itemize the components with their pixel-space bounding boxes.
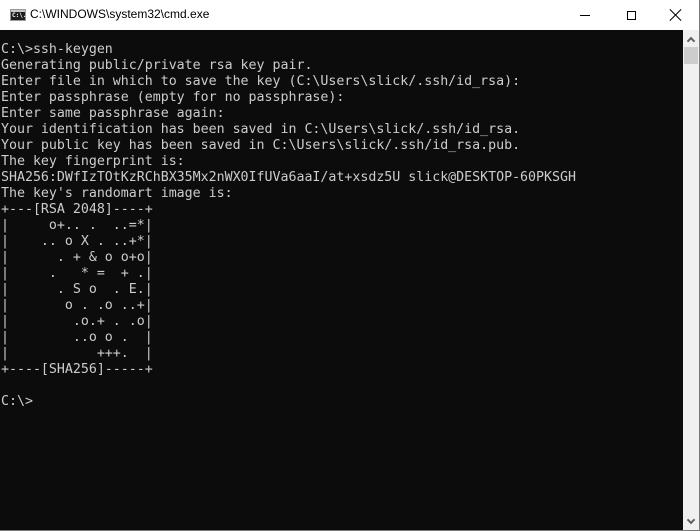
console-line: | ..o o . | xyxy=(1,330,153,345)
cmd-window: C:\. C:\WINDOWS\system32\cmd.exe C:\>ssh… xyxy=(0,0,700,531)
console-output: C:\>ssh-keygen Generating public/private … xyxy=(1,42,576,410)
console-line: +----[SHA256]-----+ xyxy=(1,362,153,377)
console-area[interactable]: C:\>ssh-keygen Generating public/private … xyxy=(0,30,683,530)
minimize-icon xyxy=(580,14,590,16)
console-line: | .. o X . ..+*| xyxy=(1,234,153,249)
chevron-up-icon xyxy=(686,36,696,45)
console-line: C:\> xyxy=(1,394,33,409)
console-line: | o+.. . ..=*| xyxy=(1,218,153,233)
console-line: Your public key has been saved in C:\Use… xyxy=(1,138,521,153)
close-button[interactable] xyxy=(653,0,699,30)
console-line: SHA256:DWfIzTOtKzRChBX35Mx2nWX0IfUVa6aaI… xyxy=(1,170,576,185)
console-line: The key fingerprint is: xyxy=(1,154,185,169)
chevron-down-icon xyxy=(686,515,696,524)
console-line: +---[RSA 2048]----+ xyxy=(1,202,153,217)
vertical-scrollbar[interactable] xyxy=(683,30,699,530)
console-line: | . * = + .| xyxy=(1,266,153,281)
maximize-button[interactable] xyxy=(608,0,654,30)
scroll-thumb[interactable] xyxy=(684,47,698,64)
console-line: The key's randomart image is: xyxy=(1,186,233,201)
maximize-icon xyxy=(626,10,636,20)
console-line: | o . .o ..+| xyxy=(1,298,153,313)
scroll-up-button[interactable] xyxy=(683,30,699,47)
scroll-down-button[interactable] xyxy=(683,513,699,530)
close-icon xyxy=(670,9,682,21)
minimize-button[interactable] xyxy=(562,0,608,30)
console-line: Your identification has been saved in C:… xyxy=(1,122,521,137)
console-line: Generating public/private rsa key pair. xyxy=(1,58,313,73)
console-line: | +++. | xyxy=(1,346,153,361)
console-line: | . S o . E.| xyxy=(1,282,153,297)
cmd-icon[interactable]: C:\. xyxy=(10,9,26,21)
console-line: C:\>ssh-keygen xyxy=(1,42,113,57)
title-bar[interactable]: C:\. C:\WINDOWS\system32\cmd.exe xyxy=(0,0,699,30)
cmd-icon-glyph: C:\. xyxy=(12,12,27,19)
console-line: | .o.+ . .o| xyxy=(1,314,153,329)
console-line: Enter same passphrase again: xyxy=(1,106,225,121)
console-line: Enter file in which to save the key (C:\… xyxy=(1,74,521,89)
console-line: Enter passphrase (empty for no passphras… xyxy=(1,90,345,105)
window-title: C:\WINDOWS\system32\cmd.exe xyxy=(30,7,210,21)
console-line: | . + & o o+o| xyxy=(1,250,153,265)
